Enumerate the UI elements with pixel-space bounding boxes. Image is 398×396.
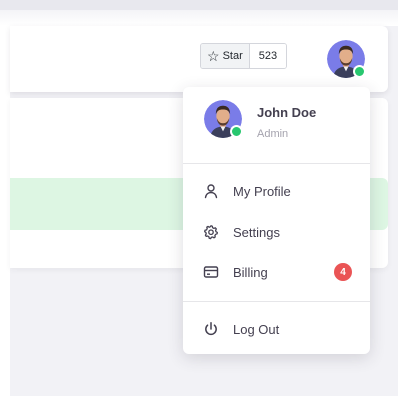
github-star-widget: ☆ Star 523 — [200, 43, 288, 69]
menu-item-label: Log Out — [233, 321, 280, 337]
menu-item-billing[interactable]: Billing 4 — [191, 255, 362, 289]
github-star-button[interactable]: ☆ Star — [201, 44, 250, 68]
billing-count-badge: 4 — [334, 263, 352, 281]
navbar-user-avatar[interactable] — [327, 40, 366, 78]
star-label: Star — [222, 50, 243, 62]
menu-item-settings[interactable]: Settings — [191, 215, 362, 249]
star-icon: ☆ — [207, 48, 220, 64]
menu-divider — [183, 163, 370, 164]
menu-item-label: My Profile — [233, 183, 291, 199]
credit-card-icon — [203, 264, 219, 280]
browser-top-bar — [0, 0, 398, 10]
power-icon — [203, 321, 219, 337]
online-status-dot — [230, 125, 243, 138]
menu-divider — [183, 301, 370, 302]
menu-item-label: Billing — [233, 264, 268, 280]
dropdown-user-header[interactable]: John Doe Admin — [183, 87, 370, 163]
user-dropdown-menu: John Doe Admin My Profile Settings Billi… — [183, 87, 370, 354]
menu-item-my-profile[interactable]: My Profile — [191, 174, 362, 208]
menu-item-label: Settings — [233, 224, 280, 240]
online-status-dot — [353, 65, 366, 78]
github-star-count[interactable]: 523 — [249, 44, 287, 68]
user-name: John Doe — [257, 105, 317, 120]
gear-icon — [203, 224, 219, 240]
user-icon — [203, 183, 219, 199]
menu-item-log-out[interactable]: Log Out — [191, 312, 362, 346]
user-role: Admin — [257, 128, 289, 140]
dropdown-user-avatar — [204, 100, 243, 138]
top-bar-shadow — [0, 10, 398, 26]
